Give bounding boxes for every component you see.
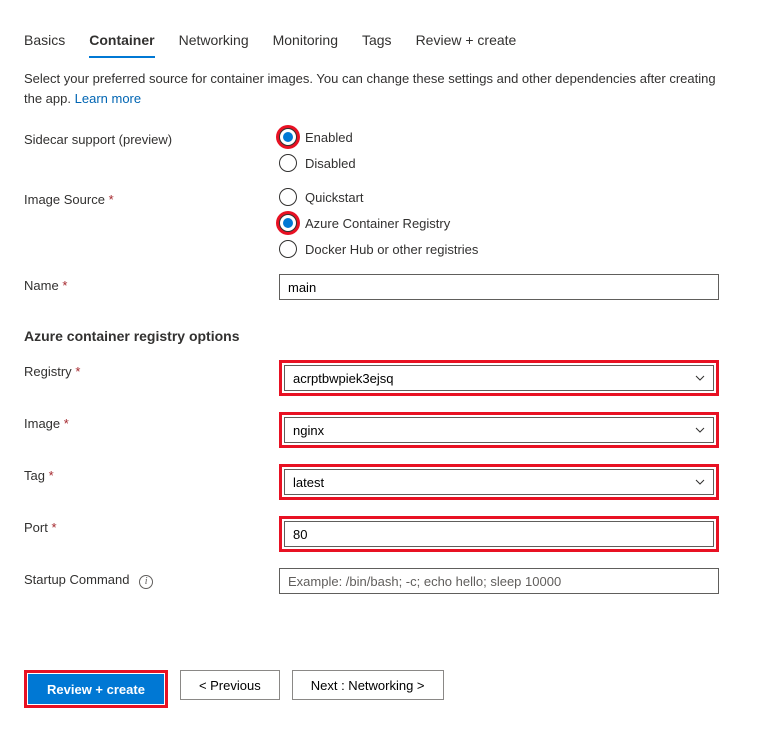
tab-review[interactable]: Review + create	[416, 24, 517, 58]
startup-input[interactable]	[279, 568, 719, 594]
tab-basics[interactable]: Basics	[24, 24, 65, 58]
review-create-button[interactable]: Review + create	[28, 674, 164, 704]
radio-icon	[279, 154, 297, 172]
radio-label: Docker Hub or other registries	[305, 242, 478, 257]
image-source-quickstart-radio[interactable]: Quickstart	[279, 188, 719, 206]
tab-bar: Basics Container Networking Monitoring T…	[24, 24, 735, 59]
image-source-label: Image Source *	[24, 188, 279, 207]
radio-label: Quickstart	[305, 190, 364, 205]
radio-icon	[279, 214, 297, 232]
port-label: Port *	[24, 516, 279, 535]
radio-label: Azure Container Registry	[305, 216, 450, 231]
description: Select your preferred source for contain…	[24, 69, 735, 108]
startup-label: Startup Command i	[24, 568, 279, 589]
tab-networking[interactable]: Networking	[179, 24, 249, 58]
sidecar-disabled-radio[interactable]: Disabled	[279, 154, 719, 172]
radio-label: Enabled	[305, 130, 353, 145]
registry-select[interactable]	[284, 365, 714, 391]
registry-label: Registry *	[24, 360, 279, 379]
tag-select[interactable]	[284, 469, 714, 495]
learn-more-link[interactable]: Learn more	[75, 91, 141, 106]
image-source-docker-radio[interactable]: Docker Hub or other registries	[279, 240, 719, 258]
previous-button[interactable]: < Previous	[180, 670, 280, 700]
tag-label: Tag *	[24, 464, 279, 483]
acr-section-header: Azure container registry options	[24, 328, 735, 344]
radio-icon	[279, 188, 297, 206]
port-input[interactable]	[284, 521, 714, 547]
sidecar-enabled-radio[interactable]: Enabled	[279, 128, 719, 146]
footer: Review + create < Previous Next : Networ…	[24, 654, 735, 708]
tab-tags[interactable]: Tags	[362, 24, 392, 58]
info-icon[interactable]: i	[139, 575, 153, 589]
image-label: Image *	[24, 412, 279, 431]
name-label: Name *	[24, 274, 279, 293]
image-source-acr-radio[interactable]: Azure Container Registry	[279, 214, 719, 232]
image-select[interactable]	[284, 417, 714, 443]
radio-icon	[279, 128, 297, 146]
sidecar-label: Sidecar support (preview)	[24, 128, 279, 147]
tab-container[interactable]: Container	[89, 24, 154, 58]
tab-monitoring[interactable]: Monitoring	[273, 24, 338, 58]
next-button[interactable]: Next : Networking >	[292, 670, 444, 700]
radio-label: Disabled	[305, 156, 356, 171]
radio-icon	[279, 240, 297, 258]
name-input[interactable]	[279, 274, 719, 300]
